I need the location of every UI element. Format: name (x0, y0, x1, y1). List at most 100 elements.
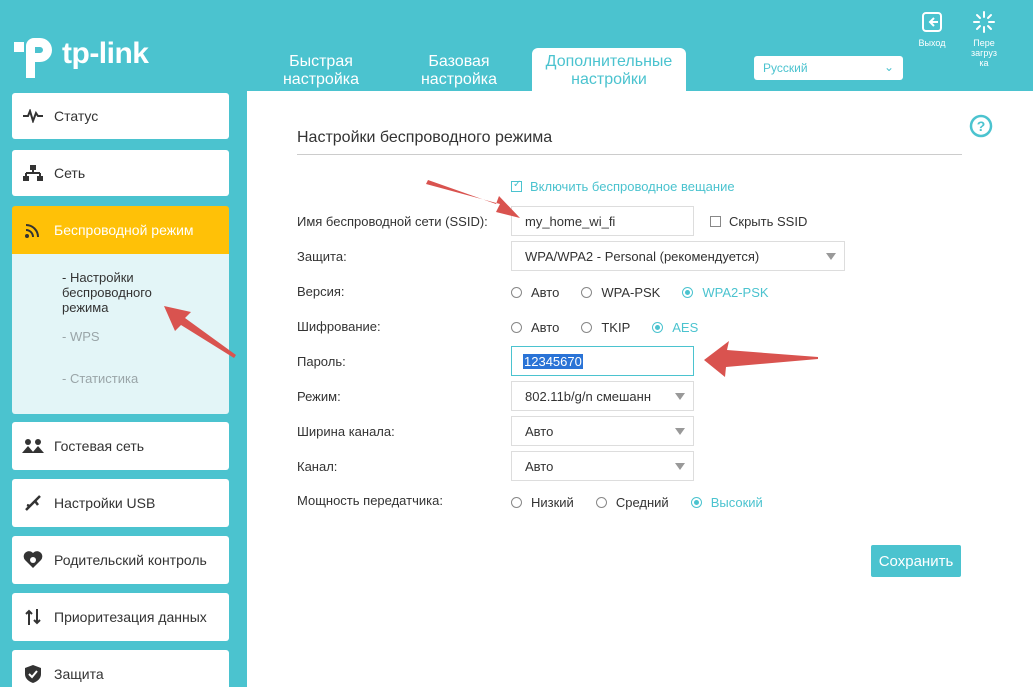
ssid-value: my_home_wi_fi (525, 213, 616, 229)
dropdown-arrow-icon (675, 428, 685, 435)
sidebar-item-label: Настройки USB (54, 495, 156, 511)
radio-label: Средний (615, 495, 669, 510)
sidebar-item-label: Беспроводной режим (54, 222, 194, 238)
sidebar-item-label: Сеть (54, 165, 86, 181)
power-high-radio[interactable]: Высокий (690, 495, 763, 510)
sidebar-item-label: Защита (54, 666, 104, 682)
radio-label: Высокий (710, 495, 763, 510)
password-label: Пароль: (297, 354, 346, 369)
sidebar-item-usb[interactable]: Настройки USB (12, 479, 229, 527)
radio-dot (581, 322, 593, 333)
guests-icon (12, 439, 54, 453)
version-radio-group: Авто WPA-PSK WPA2-PSK (511, 285, 791, 300)
main-tabs: Быстрая настройка Базовая настройка Допо… (256, 48, 694, 92)
security-select[interactable]: WPA/WPA2 - Personal (рекомендуется) (511, 241, 845, 271)
tx-power-radio-group: Низкий Средний Высокий (511, 495, 785, 510)
tx-power-label: Мощность передатчика: (297, 493, 443, 508)
radio-dot (595, 497, 607, 508)
tp-link-logo-icon (14, 38, 52, 78)
version-auto-radio[interactable]: Авто (511, 285, 559, 300)
sidebar-item-guest-network[interactable]: Гостевая сеть (12, 422, 229, 470)
language-value: Русский (763, 61, 808, 75)
shield-icon (12, 665, 54, 683)
radio-dot (690, 497, 702, 508)
dropdown-arrow-icon (826, 253, 836, 260)
sidebar-item-network[interactable]: Сеть (12, 150, 229, 196)
ssid-input[interactable]: my_home_wi_fi (511, 206, 694, 236)
radio-dot (511, 322, 522, 333)
sidebar-item-label: Статус (54, 108, 99, 124)
radio-label: WPA2-PSK (702, 285, 769, 300)
encryption-tkip-radio[interactable]: TKIP (581, 320, 630, 335)
encryption-aes-radio[interactable]: AES (652, 320, 698, 335)
logo-text: tp-link (62, 37, 149, 70)
title-divider (297, 154, 962, 155)
password-input[interactable]: 12345670 (511, 346, 694, 376)
logout-button[interactable]: Выход (910, 10, 954, 48)
radio-dot (581, 287, 593, 298)
logout-icon (922, 12, 942, 32)
reboot-icon (973, 11, 995, 33)
mode-select[interactable]: 802.11b/g/n смешанн (511, 381, 694, 411)
sidebar-item-qos[interactable]: Приоритезация данных (12, 593, 229, 641)
heart-icon (12, 551, 54, 569)
tab-quick-setup[interactable]: Быстрая настройка (256, 48, 386, 90)
channel-width-label: Ширина канала: (297, 424, 395, 439)
chevron-down-icon: ⌄ (883, 60, 894, 74)
wifi-icon (12, 221, 54, 239)
svg-text:?: ? (977, 118, 986, 134)
radio-label: Низкий (531, 495, 574, 510)
encryption-label: Шифрование: (297, 319, 381, 334)
priority-icon (12, 608, 54, 626)
power-medium-radio[interactable]: Средний (595, 495, 669, 510)
submenu-item-statistics[interactable]: - Статистика (62, 371, 138, 386)
sidebar-item-wireless[interactable]: Беспроводной режим (12, 206, 229, 254)
enable-broadcast-checkbox[interactable]: Включить беспроводное вещание (511, 179, 735, 194)
help-icon[interactable]: ? (969, 114, 993, 138)
tab-advanced[interactable]: Дополнительные настройки (532, 48, 686, 92)
password-value: 12345670 (523, 353, 583, 369)
wireless-submenu: - Настройки беспроводного режима - WPS -… (12, 254, 229, 414)
radio-label: AES (672, 320, 699, 335)
channel-width-select[interactable]: Авто (511, 416, 694, 446)
power-low-radio[interactable]: Низкий (511, 495, 574, 510)
save-button[interactable]: Сохранить (871, 545, 961, 577)
sidebar-item-security[interactable]: Защита (12, 650, 229, 687)
reboot-button[interactable]: Пере загруз ка (962, 10, 1006, 68)
radio-label: TKIP (601, 320, 631, 335)
security-value: WPA/WPA2 - Personal (рекомендуется) (525, 248, 760, 264)
version-label: Версия: (297, 284, 345, 299)
logout-label: Выход (918, 38, 946, 48)
radio-label: Авто (531, 285, 560, 300)
sidebar-item-label: Приоритезация данных (54, 608, 207, 625)
channel-label: Канал: (297, 459, 338, 474)
submenu-item-wps[interactable]: - WPS (62, 329, 100, 344)
radio-dot (511, 497, 522, 508)
sidebar-item-status[interactable]: Статус (12, 93, 229, 139)
checkbox-box (710, 216, 721, 227)
network-icon (12, 165, 54, 181)
ssid-label: Имя беспроводной сети (SSID): (297, 214, 488, 229)
radio-label: Авто (531, 320, 560, 335)
dropdown-arrow-icon (675, 463, 685, 470)
hide-ssid-checkbox[interactable]: Скрыть SSID (710, 214, 807, 229)
encryption-auto-radio[interactable]: Авто (511, 320, 559, 335)
enable-broadcast-label: Включить беспроводное вещание (530, 179, 735, 194)
language-select[interactable]: Русский ⌄ (754, 56, 903, 80)
dropdown-arrow-icon (675, 393, 685, 400)
version-wpa2-psk-radio[interactable]: WPA2-PSK (682, 285, 769, 300)
reboot-label: Пере загруз ка (971, 38, 997, 68)
usb-icon (12, 494, 54, 512)
mode-label: Режим: (297, 389, 341, 404)
checkbox-box (511, 179, 522, 192)
channel-select[interactable]: Авто (511, 451, 694, 481)
tab-basic[interactable]: Базовая настройка (394, 48, 524, 90)
security-label: Защита: (297, 249, 347, 264)
radio-dot (652, 322, 664, 333)
submenu-item-wireless-settings[interactable]: - Настройки беспроводного режима (62, 270, 192, 315)
radio-dot (682, 287, 694, 298)
version-wpa-psk-radio[interactable]: WPA-PSK (581, 285, 660, 300)
channel-width-value: Авто (525, 423, 554, 439)
sidebar-item-label: Родительский контроль (54, 551, 207, 568)
sidebar-item-parental-control[interactable]: Родительский контроль (12, 536, 229, 584)
